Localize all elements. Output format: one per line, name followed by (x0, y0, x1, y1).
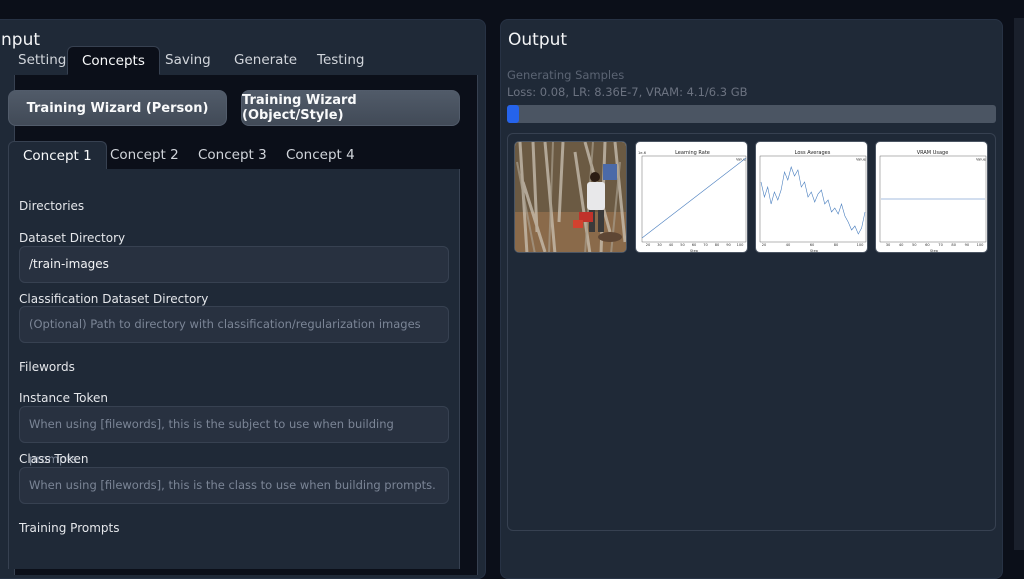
chart-x-tick-label: 80 (834, 243, 839, 247)
chart-x-tick-label: 30 (886, 243, 891, 247)
chart-x-tick-label: 50 (912, 243, 917, 247)
tab-testing[interactable]: Testing (303, 46, 378, 75)
gallery-thumbnail-learning-rate-chart[interactable]: Learning Rate 1e-6 Value 20 30 40 50 60 70 80 9… (635, 141, 748, 253)
chart-x-tick-label: 80 (951, 243, 956, 247)
chart-x-tick-label: 90 (965, 243, 970, 247)
chart-x-tick-label: 100 (857, 243, 865, 247)
chart-x-tick-label: 20 (762, 243, 767, 247)
chart-x-tick-label: 70 (938, 243, 943, 247)
directories-section-heading: Directories (19, 199, 85, 213)
tab-concept-3[interactable]: Concept 3 (184, 141, 281, 170)
tab-saving[interactable]: Saving (151, 46, 225, 75)
chart-x-axis-label: Step (810, 249, 819, 253)
chart-title: Loss Averages (795, 150, 831, 156)
chart-x-tick-label: 40 (786, 243, 791, 247)
chart-x-tick-label: 80 (715, 243, 720, 247)
page-scrollbar[interactable] (1014, 18, 1024, 550)
chart-legend-label: Value (856, 158, 867, 162)
tab-concept-1[interactable]: Concept 1 (8, 141, 107, 170)
main-tab-bar: Settings Concepts Saving Generate Testin… (14, 46, 478, 76)
chart-x-tick-label: 40 (899, 243, 904, 247)
instance-token-label: Instance Token (19, 391, 108, 405)
output-panel-title: Output (508, 30, 568, 50)
concept-tab-bar: Concept 1 Concept 2 Concept 3 Concept 4 (8, 141, 460, 171)
chart-x-tick-label: 90 (726, 243, 731, 247)
chart-x-axis-label: Step (690, 249, 699, 253)
chart-x-tick-label: 60 (810, 243, 815, 247)
gallery-thumbnail-loss-averages-chart[interactable]: Loss Averages Value 20 40 60 80 100 Step (755, 141, 868, 253)
classification-directory-label: Classification Dataset Directory (19, 292, 209, 306)
dataset-directory-label: Dataset Directory (19, 231, 126, 245)
top-bar (0, 0, 1024, 14)
gallery-thumbnail-photo[interactable] (514, 141, 627, 253)
gallery-thumbnail-vram-usage-chart[interactable]: VRAM Usage Value 30 40 50 60 70 80 90 100 Step (875, 141, 988, 253)
learning-rate-chart: Learning Rate 1e-6 Value 20 30 40 50 60 70 80 9… (638, 150, 747, 253)
filewords-section-heading: Filewords (19, 360, 75, 374)
chart-x-tick-label: 30 (657, 243, 662, 247)
training-prompts-section-heading: Training Prompts (19, 521, 120, 535)
class-token-input[interactable]: When using [filewords], this is the clas… (19, 467, 449, 504)
sample-photo-image (515, 142, 626, 252)
chart-legend-label: Value (976, 158, 987, 162)
dataset-directory-input[interactable]: /train-images (19, 246, 449, 283)
chart-title: VRAM Usage (917, 150, 949, 156)
chart-legend-label: Value (736, 158, 747, 162)
status-title: Generating Samples (507, 68, 625, 82)
training-wizard-object-button[interactable]: Training Wizard (Object/Style) (241, 90, 460, 126)
chart-x-tick-label: 70 (703, 243, 708, 247)
chart-series-line (641, 157, 747, 239)
chart-x-tick-label: 20 (646, 243, 651, 247)
chart-x-tick-label: 100 (737, 243, 745, 247)
progress-bar-fill (507, 105, 520, 123)
chart-series-line (760, 165, 866, 235)
chart-x-tick-label: 40 (669, 243, 674, 247)
tab-concept-2[interactable]: Concept 2 (96, 141, 193, 170)
status-line: Loss: 0.08, LR: 8.36E-7, VRAM: 4.1/6.3 G… (507, 85, 748, 99)
loss-averages-chart: Loss Averages Value 20 40 60 80 100 Step (759, 150, 867, 253)
concept-1-content (8, 169, 460, 569)
chart-x-tick-label: 100 (977, 243, 985, 247)
instance-token-input[interactable]: When using [filewords], this is the subj… (19, 406, 449, 466)
tab-concept-4[interactable]: Concept 4 (272, 141, 369, 170)
classification-directory-input[interactable]: (Optional) Path to directory with classi… (19, 306, 449, 343)
class-token-label: Class Token (19, 452, 89, 466)
chart-title: Learning Rate (675, 150, 710, 156)
chart-x-tick-label: 60 (692, 243, 697, 247)
tab-concepts[interactable]: Concepts (67, 46, 160, 75)
chart-x-tick-label: 60 (925, 243, 930, 247)
training-wizard-person-button[interactable]: Training Wizard (Person) (8, 90, 227, 126)
chart-x-axis-label: Step (930, 249, 939, 253)
tab-generate[interactable]: Generate (220, 46, 311, 75)
vram-usage-chart: VRAM Usage Value 30 40 50 60 70 80 90 100 Step (879, 150, 987, 253)
chart-x-tick-label: 50 (680, 243, 685, 247)
progress-bar (507, 105, 996, 123)
chart-y-scale-label: 1e-6 (638, 151, 647, 155)
